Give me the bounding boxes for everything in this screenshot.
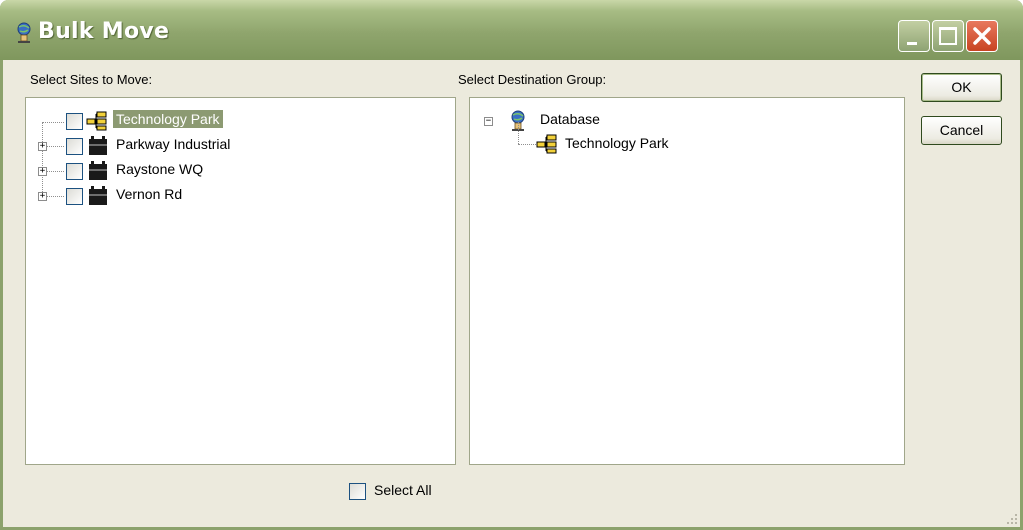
site-building-icon — [89, 136, 107, 155]
window-title: Bulk Move — [38, 19, 170, 44]
minimize-button[interactable] — [898, 20, 930, 52]
site-item-technology-park[interactable]: Technology Park — [26, 110, 446, 132]
title-bar[interactable]: Bulk Move — [0, 0, 1023, 60]
select-all-control[interactable]: Select All — [346, 480, 456, 502]
destination-group-technology-park[interactable]: Technology Park — [470, 134, 890, 156]
site-label: Parkway Industrial — [116, 136, 231, 152]
collapse-icon[interactable]: − — [484, 117, 493, 126]
ok-button[interactable]: OK — [921, 73, 1002, 102]
select-all-checkbox[interactable] — [349, 483, 366, 500]
close-icon — [973, 27, 991, 45]
destination-root-database[interactable]: − Database — [470, 110, 890, 132]
site-building-icon — [89, 161, 107, 180]
resize-grip-icon[interactable] — [1006, 513, 1018, 525]
maximize-button[interactable] — [932, 20, 964, 52]
destination-label-text: Database — [540, 111, 600, 127]
tree-guide-line — [47, 196, 64, 197]
sites-tree[interactable]: Technology Park + Parkway Industrial + R… — [25, 97, 456, 465]
minimize-icon — [907, 42, 917, 45]
bulk-move-window: Bulk Move Select Sites to Move: Technolo… — [0, 0, 1023, 530]
destination-group-label: Technology Park — [565, 135, 669, 151]
site-label: Technology Park — [113, 110, 223, 128]
tree-guide-line — [47, 171, 64, 172]
destination-tree[interactable]: − Database Technology Park — [469, 97, 905, 465]
tree-guide-line — [47, 146, 64, 147]
close-button[interactable] — [966, 20, 998, 52]
maximize-icon — [939, 27, 957, 45]
expand-icon[interactable]: + — [38, 167, 47, 176]
site-item-parkway-industrial[interactable]: + Parkway Industrial — [26, 135, 446, 157]
expand-icon[interactable]: + — [38, 142, 47, 151]
site-checkbox[interactable] — [66, 138, 83, 155]
site-label: Raystone WQ — [116, 161, 204, 177]
site-checkbox[interactable] — [66, 113, 83, 130]
site-checkbox[interactable] — [66, 163, 83, 180]
group-network-icon — [536, 134, 557, 154]
select-all-label: Select All — [374, 482, 432, 498]
site-checkbox[interactable] — [66, 188, 83, 205]
site-item-raystone-wq[interactable]: + Raystone WQ — [26, 160, 446, 182]
cancel-button[interactable]: Cancel — [921, 116, 1002, 145]
site-building-icon — [89, 186, 107, 205]
group-network-icon — [86, 111, 107, 131]
destination-label: Select Destination Group: — [458, 72, 607, 87]
sites-label: Select Sites to Move: — [30, 72, 153, 87]
site-item-vernon-rd[interactable]: + Vernon Rd — [26, 185, 446, 207]
site-label: Vernon Rd — [116, 186, 183, 202]
tree-guide-line — [42, 122, 43, 194]
globe-person-icon — [17, 22, 31, 43]
expand-icon[interactable]: + — [38, 192, 47, 201]
